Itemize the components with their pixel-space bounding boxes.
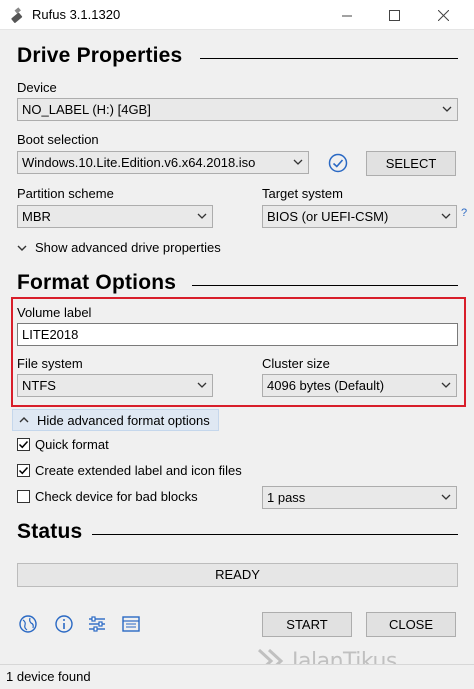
section-divider [192, 285, 458, 286]
log-icon[interactable] [121, 614, 141, 634]
passes-select[interactable]: 1 pass [262, 486, 457, 509]
select-button[interactable]: SELECT [366, 151, 456, 176]
window-title: Rufus 3.1.1320 [32, 7, 121, 22]
quick-format-label: Quick format [35, 436, 109, 452]
verify-check-icon[interactable] [328, 153, 348, 173]
bad-blocks-label: Check device for bad blocks [35, 488, 198, 504]
chevron-down-icon [293, 159, 303, 165]
section-divider [92, 534, 458, 535]
help-link[interactable]: ? [461, 207, 467, 219]
target-system-value: BIOS (or UEFI-CSM) [267, 209, 389, 224]
chevron-down-icon [442, 106, 452, 112]
chevron-down-icon [441, 213, 451, 219]
info-icon[interactable] [54, 614, 74, 634]
checkbox-checked-icon [17, 437, 30, 451]
extended-label-label: Create extended label and icon files [35, 462, 242, 478]
progress-bar: READY [17, 563, 458, 587]
device-label: Device [17, 80, 57, 95]
file-system-select[interactable]: NTFS [17, 374, 213, 397]
show-advanced-drive-label: Show advanced drive properties [35, 240, 221, 255]
cluster-size-select[interactable]: 4096 bytes (Default) [262, 374, 457, 397]
quick-format-checkbox[interactable]: Quick format [17, 436, 109, 452]
partition-scheme-value: MBR [22, 209, 51, 224]
cluster-size-value: 4096 bytes (Default) [267, 378, 385, 393]
settings-sliders-icon[interactable] [87, 614, 107, 634]
status-bar: 1 device found [0, 664, 474, 689]
partition-scheme-select[interactable]: MBR [17, 205, 213, 228]
hide-advanced-format-toggle[interactable]: Hide advanced format options [12, 409, 219, 431]
chevron-down-icon [197, 382, 207, 388]
file-system-value: NTFS [22, 378, 56, 393]
usb-drive-icon [11, 7, 23, 23]
extended-label-checkbox[interactable]: Create extended label and icon files [17, 462, 242, 478]
status-heading: Status [17, 520, 83, 543]
file-system-label: File system [17, 356, 83, 371]
chevron-down-icon [441, 382, 451, 388]
cluster-size-label: Cluster size [262, 356, 330, 371]
chevron-down-icon [197, 213, 207, 219]
start-button[interactable]: START [262, 612, 352, 637]
maximize-button[interactable] [371, 0, 417, 30]
boot-selection-value: Windows.10.Lite.Edition.v6.x64.2018.iso [22, 155, 256, 170]
chevron-up-icon [19, 417, 29, 423]
close-window-button[interactable] [420, 0, 466, 30]
passes-value: 1 pass [267, 490, 306, 505]
device-value: NO_LABEL (H:) [4GB] [22, 102, 151, 117]
checkbox-unchecked-icon [17, 489, 30, 503]
minimize-button[interactable] [324, 0, 370, 30]
hide-advanced-format-label: Hide advanced format options [37, 412, 210, 428]
boot-selection-select[interactable]: Windows.10.Lite.Edition.v6.x64.2018.iso [17, 151, 309, 174]
target-system-label: Target system [262, 186, 343, 201]
boot-selection-label: Boot selection [17, 132, 99, 147]
target-system-select[interactable]: BIOS (or UEFI-CSM) [262, 205, 457, 228]
volume-label-label: Volume label [17, 305, 92, 320]
format-options-heading: Format Options [17, 271, 177, 294]
device-count-text: 1 device found [6, 669, 91, 684]
section-divider [200, 58, 458, 59]
device-select[interactable]: NO_LABEL (H:) [4GB] [17, 98, 458, 121]
chevron-down-icon [441, 494, 451, 500]
show-advanced-drive-toggle[interactable]: Show advanced drive properties [17, 240, 221, 255]
checkbox-checked-icon [17, 463, 30, 477]
maximize-icon [388, 9, 400, 21]
chevron-down-icon [17, 245, 27, 251]
close-icon [437, 9, 449, 21]
minimize-icon [341, 15, 352, 16]
close-button[interactable]: CLOSE [366, 612, 456, 637]
partition-scheme-label: Partition scheme [17, 186, 114, 201]
drive-properties-heading: Drive Properties [17, 44, 183, 67]
title-bar: Rufus 3.1.1320 [0, 0, 474, 30]
volume-label-input[interactable]: LITE2018 [17, 323, 458, 346]
globe-icon[interactable] [18, 614, 38, 634]
bad-blocks-checkbox[interactable]: Check device for bad blocks [17, 488, 198, 504]
